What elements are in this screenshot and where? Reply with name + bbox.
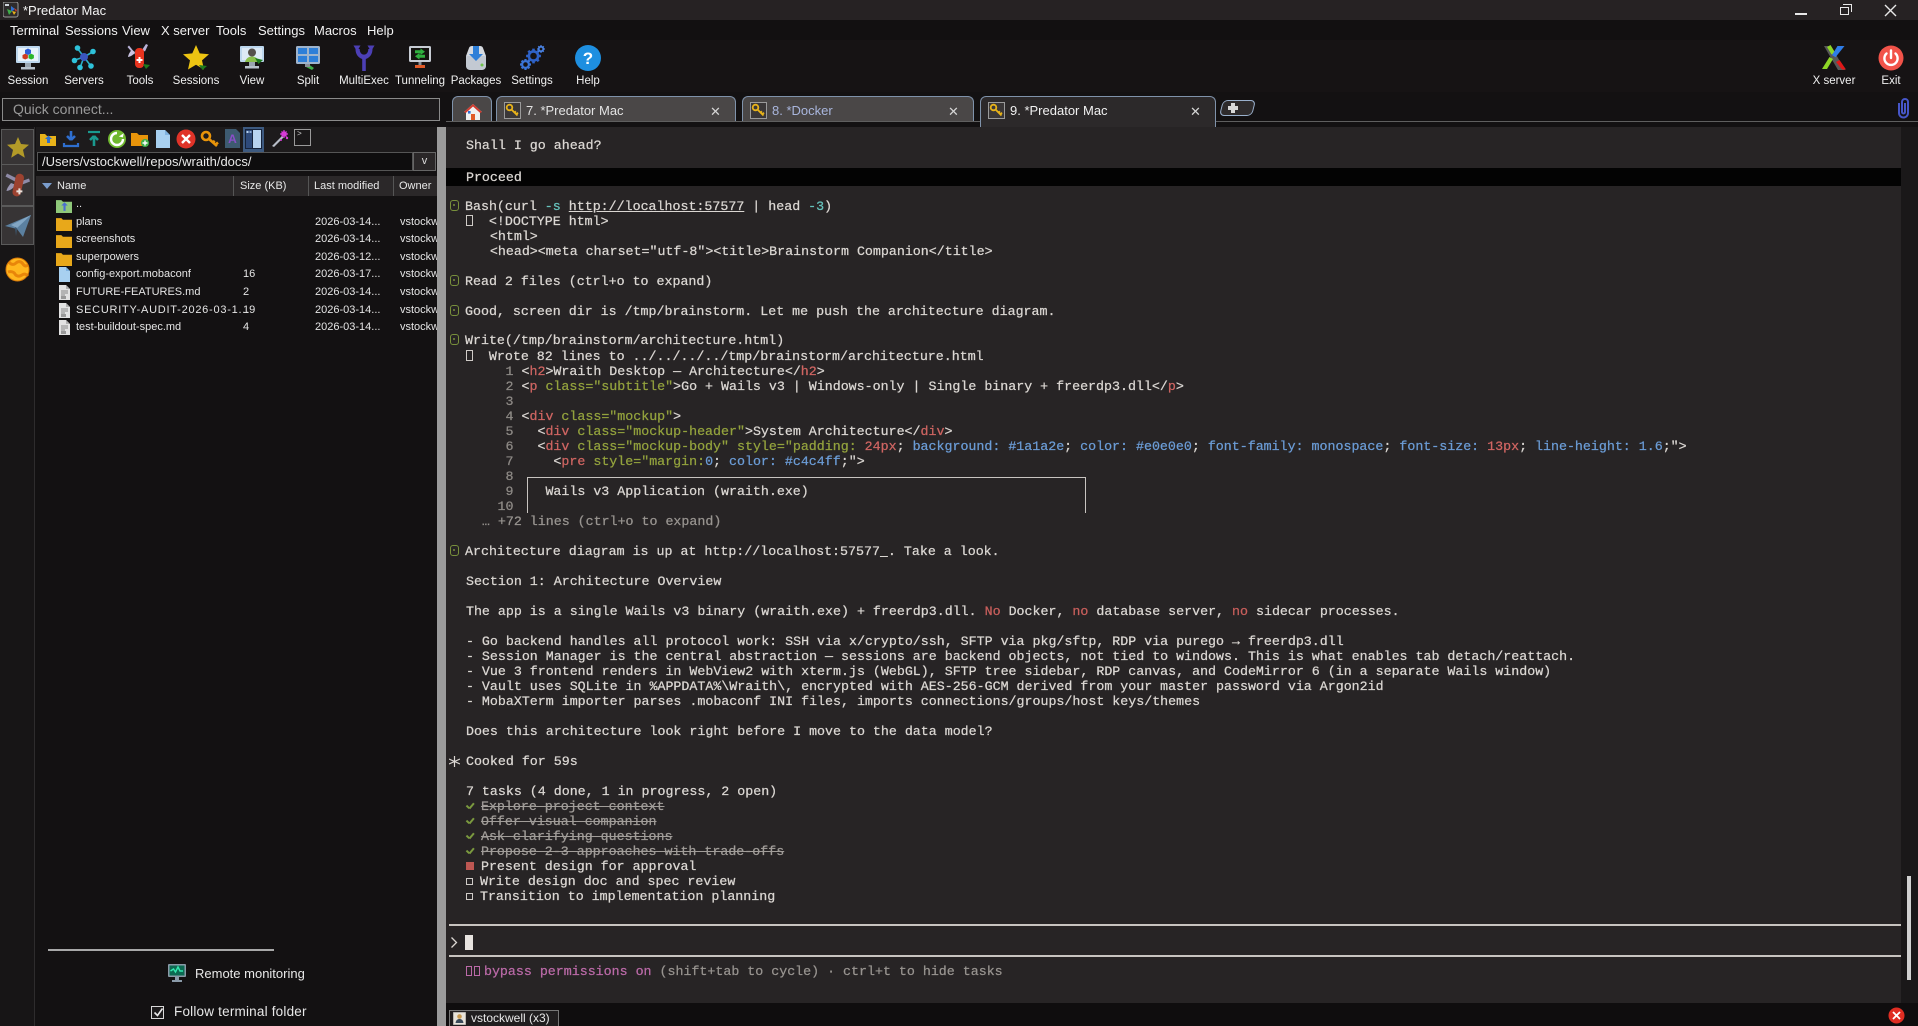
svg-text:?: ? [583, 49, 593, 68]
svg-text:A: A [228, 132, 237, 146]
